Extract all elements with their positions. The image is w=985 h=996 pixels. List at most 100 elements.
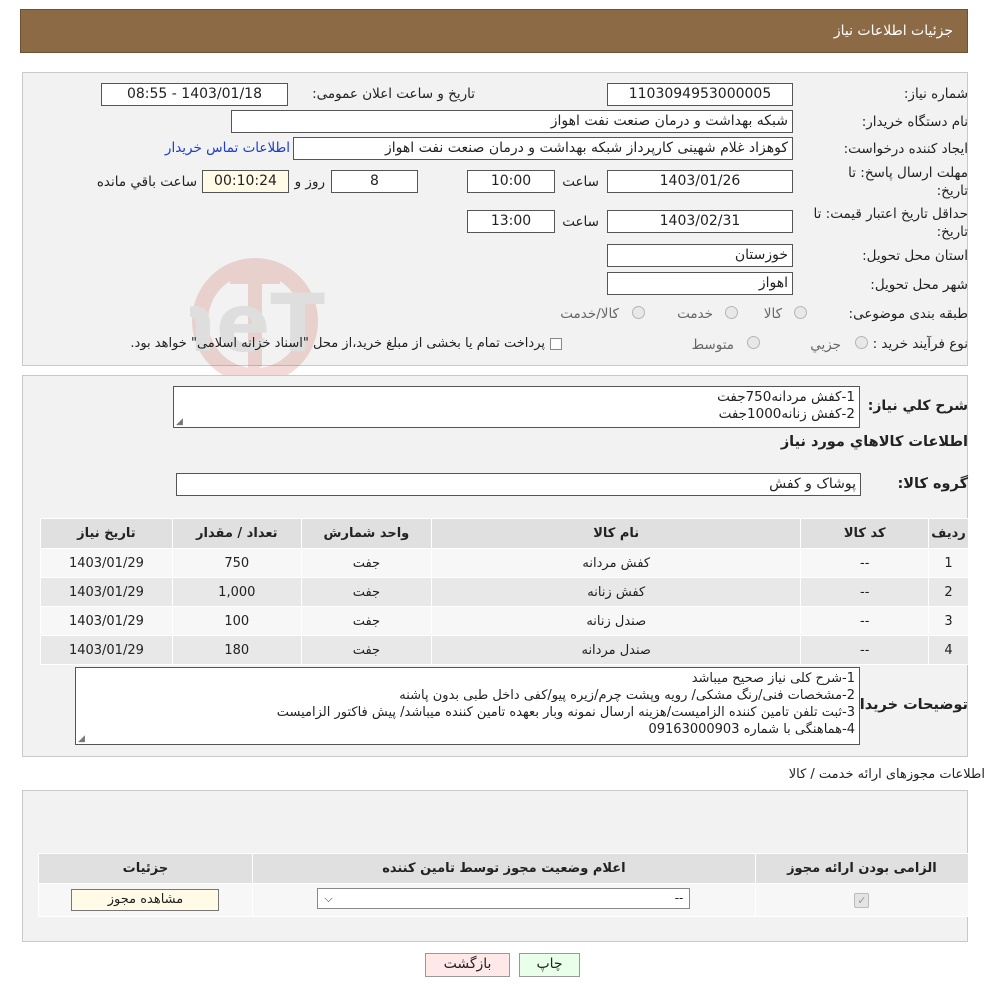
requester-field: کوهزاد غلام شهینی کارپرداز شبکه بهداشت و… [293,137,793,160]
permit-status-select[interactable]: ⌵ -- [317,887,691,909]
cell-code: -- [800,606,930,636]
process-label: نوع فرآیند خرید : [872,336,968,352]
summary-line-2: 2-کفش زنانه1000جفت [718,406,855,422]
summary-label: شرح کلي نیاز: [867,398,968,414]
deadline-label: مهلت ارسال پاسخ: تا [848,165,968,181]
cell-code: -- [800,548,930,578]
category-radio-goods-service[interactable] [632,306,645,319]
permits-title: اطلاعات مجوزهای ارائه خدمت / کالا [788,767,985,782]
need-number-field: 1103094953000005 [607,83,793,106]
cell-qty: 180 [171,635,302,665]
city-label: شهر محل تحویل: [870,277,968,293]
print-button[interactable]: چاپ [519,953,580,977]
cell-code: -- [800,577,930,607]
deadline-time-label: ساعت [562,174,599,190]
city-field: اهواز [607,272,793,295]
goods-group-label: گروه کالا: [897,476,968,492]
process-note: پرداخت تمام یا بخشی از مبلغ خرید،از محل … [130,336,545,351]
validity-time-field: 13:00 [467,210,555,233]
cell-unit: جفت [300,548,433,578]
province-label: استان محل تحویل: [862,248,968,264]
category-option-service: خدمت [677,306,713,322]
days-label: روز و [294,174,325,190]
process-radio-minor[interactable] [855,336,868,349]
buyer-org-label: نام دستگاه خریدار: [861,114,968,130]
validity-time-label: ساعت [562,214,599,230]
buyer-notes-textarea[interactable]: 1-شرح کلی نیاز صحیح میباشد 2-مشخصات فنی/… [75,667,860,745]
resize-handle-icon[interactable]: ◢ [78,735,86,744]
cell-date: 1403/01/29 [40,577,173,607]
page-header: جزئیات اطلاعات نیاز [20,9,968,53]
back-button[interactable]: بازگشت [425,953,510,977]
deadline-time-field: 10:00 [467,170,555,193]
cell-permit-details: مشاهده مجوز [38,883,253,917]
cell-unit: جفت [300,577,433,607]
buyer-notes-label: توضیحات خریدار: [845,697,968,713]
buyer-contact-link[interactable]: اطلاعات تماس خریدار [165,140,290,156]
goods-table-header: ردیف کد کالا نام کالا واحد شمارش تعداد /… [40,518,969,549]
validity-date-field: 1403/02/31 [607,210,793,233]
remaining-label: ساعت باقي مانده [96,174,197,190]
permit-status-value: -- [674,890,684,905]
cell-permit-status: ⌵ -- [251,883,756,917]
col-unit: واحد شمارش [300,518,433,549]
requester-label: ایجاد کننده درخواست: [843,141,968,157]
cell-date: 1403/01/29 [40,548,173,578]
watermark-text: AriaTender.neT [190,277,325,370]
province-field: خوزستان [607,244,793,267]
view-permit-button[interactable]: مشاهده مجوز [71,889,220,911]
permits-table: الزامی بودن ارائه مجوز اعلام وضعیت مجوز … [38,853,970,917]
cell-row: 4 [928,635,969,665]
category-option-goods-service: کالا/خدمت [560,306,619,322]
deadline-label-date: تاریخ: [936,183,968,199]
cell-row: 3 [928,606,969,636]
cell-qty: 100 [171,606,302,636]
col-name: نام کالا [431,518,802,549]
cell-permit-required: ✓ [754,883,970,917]
goods-title: اطلاعات کالاهاي مورد نیاز [780,434,968,450]
table-row: 3 -- صندل زنانه جفت 100 1403/01/29 [40,606,969,636]
col-qty: تعداد / مقدار [171,518,302,549]
announce-label: تاریخ و ساعت اعلان عمومی: [312,86,475,102]
category-option-goods: کالا [763,306,782,322]
notes-line-2: 2-مشخصات فنی/رنگ مشکی/ رویه وپشت چرم/زیر… [399,688,855,703]
cell-name: صندل زنانه [431,606,802,636]
cell-qty: 1,000 [171,577,302,607]
table-row: 2 -- کفش زنانه جفت 1,000 1403/01/29 [40,577,969,607]
cell-unit: جفت [300,635,433,665]
cell-name: کفش زنانه [431,577,802,607]
cell-name: کفش مردانه [431,548,802,578]
cell-date: 1403/01/29 [40,635,173,665]
summary-textarea[interactable]: 1-کفش مردانه750جفت 2-کفش زنانه1000جفت ◢ [173,386,860,428]
need-number-label: شماره نیاز: [903,86,968,102]
resize-handle-icon[interactable]: ◢ [176,418,184,427]
process-radio-medium[interactable] [747,336,760,349]
goods-group-field: پوشاک و کفش [176,473,861,496]
col-code: کد کالا [800,518,930,549]
validity-label: حداقل تاریخ اعتبار قیمت: تا [813,206,968,222]
days-field: 8 [331,170,418,193]
col-date: تاریخ نیاز [40,518,173,549]
validity-label-date: تاریخ: [936,224,968,240]
permits-table-header: الزامی بودن ارائه مجوز اعلام وضعیت مجوز … [38,853,970,884]
col-permit-required: الزامی بودن ارائه مجوز [754,853,970,884]
notes-line-1: 1-شرح کلی نیاز صحیح میباشد [691,671,855,686]
process-option-medium: متوسط [691,337,734,353]
chevron-down-icon: ⌵ [324,891,333,905]
category-radio-goods[interactable] [794,306,807,319]
summary-line-1: 1-کفش مردانه750جفت [717,389,855,405]
notes-line-4: 4-هماهنگی با شماره 09163000903 [648,722,855,737]
treasury-checkbox[interactable] [550,338,562,350]
goods-table: ردیف کد کالا نام کالا واحد شمارش تعداد /… [40,518,969,665]
cell-qty: 750 [171,548,302,578]
col-permit-details: جزئیات [38,853,253,884]
cell-date: 1403/01/29 [40,606,173,636]
deadline-date-field: 1403/01/26 [607,170,793,193]
cell-name: صندل مردانه [431,635,802,665]
cell-unit: جفت [300,606,433,636]
page-title: جزئیات اطلاعات نیاز [833,23,953,39]
required-checkbox[interactable]: ✓ [854,892,870,908]
category-radio-service[interactable] [725,306,738,319]
cell-code: -- [800,635,930,665]
announce-field: 1403/01/18 - 08:55 [101,83,288,106]
